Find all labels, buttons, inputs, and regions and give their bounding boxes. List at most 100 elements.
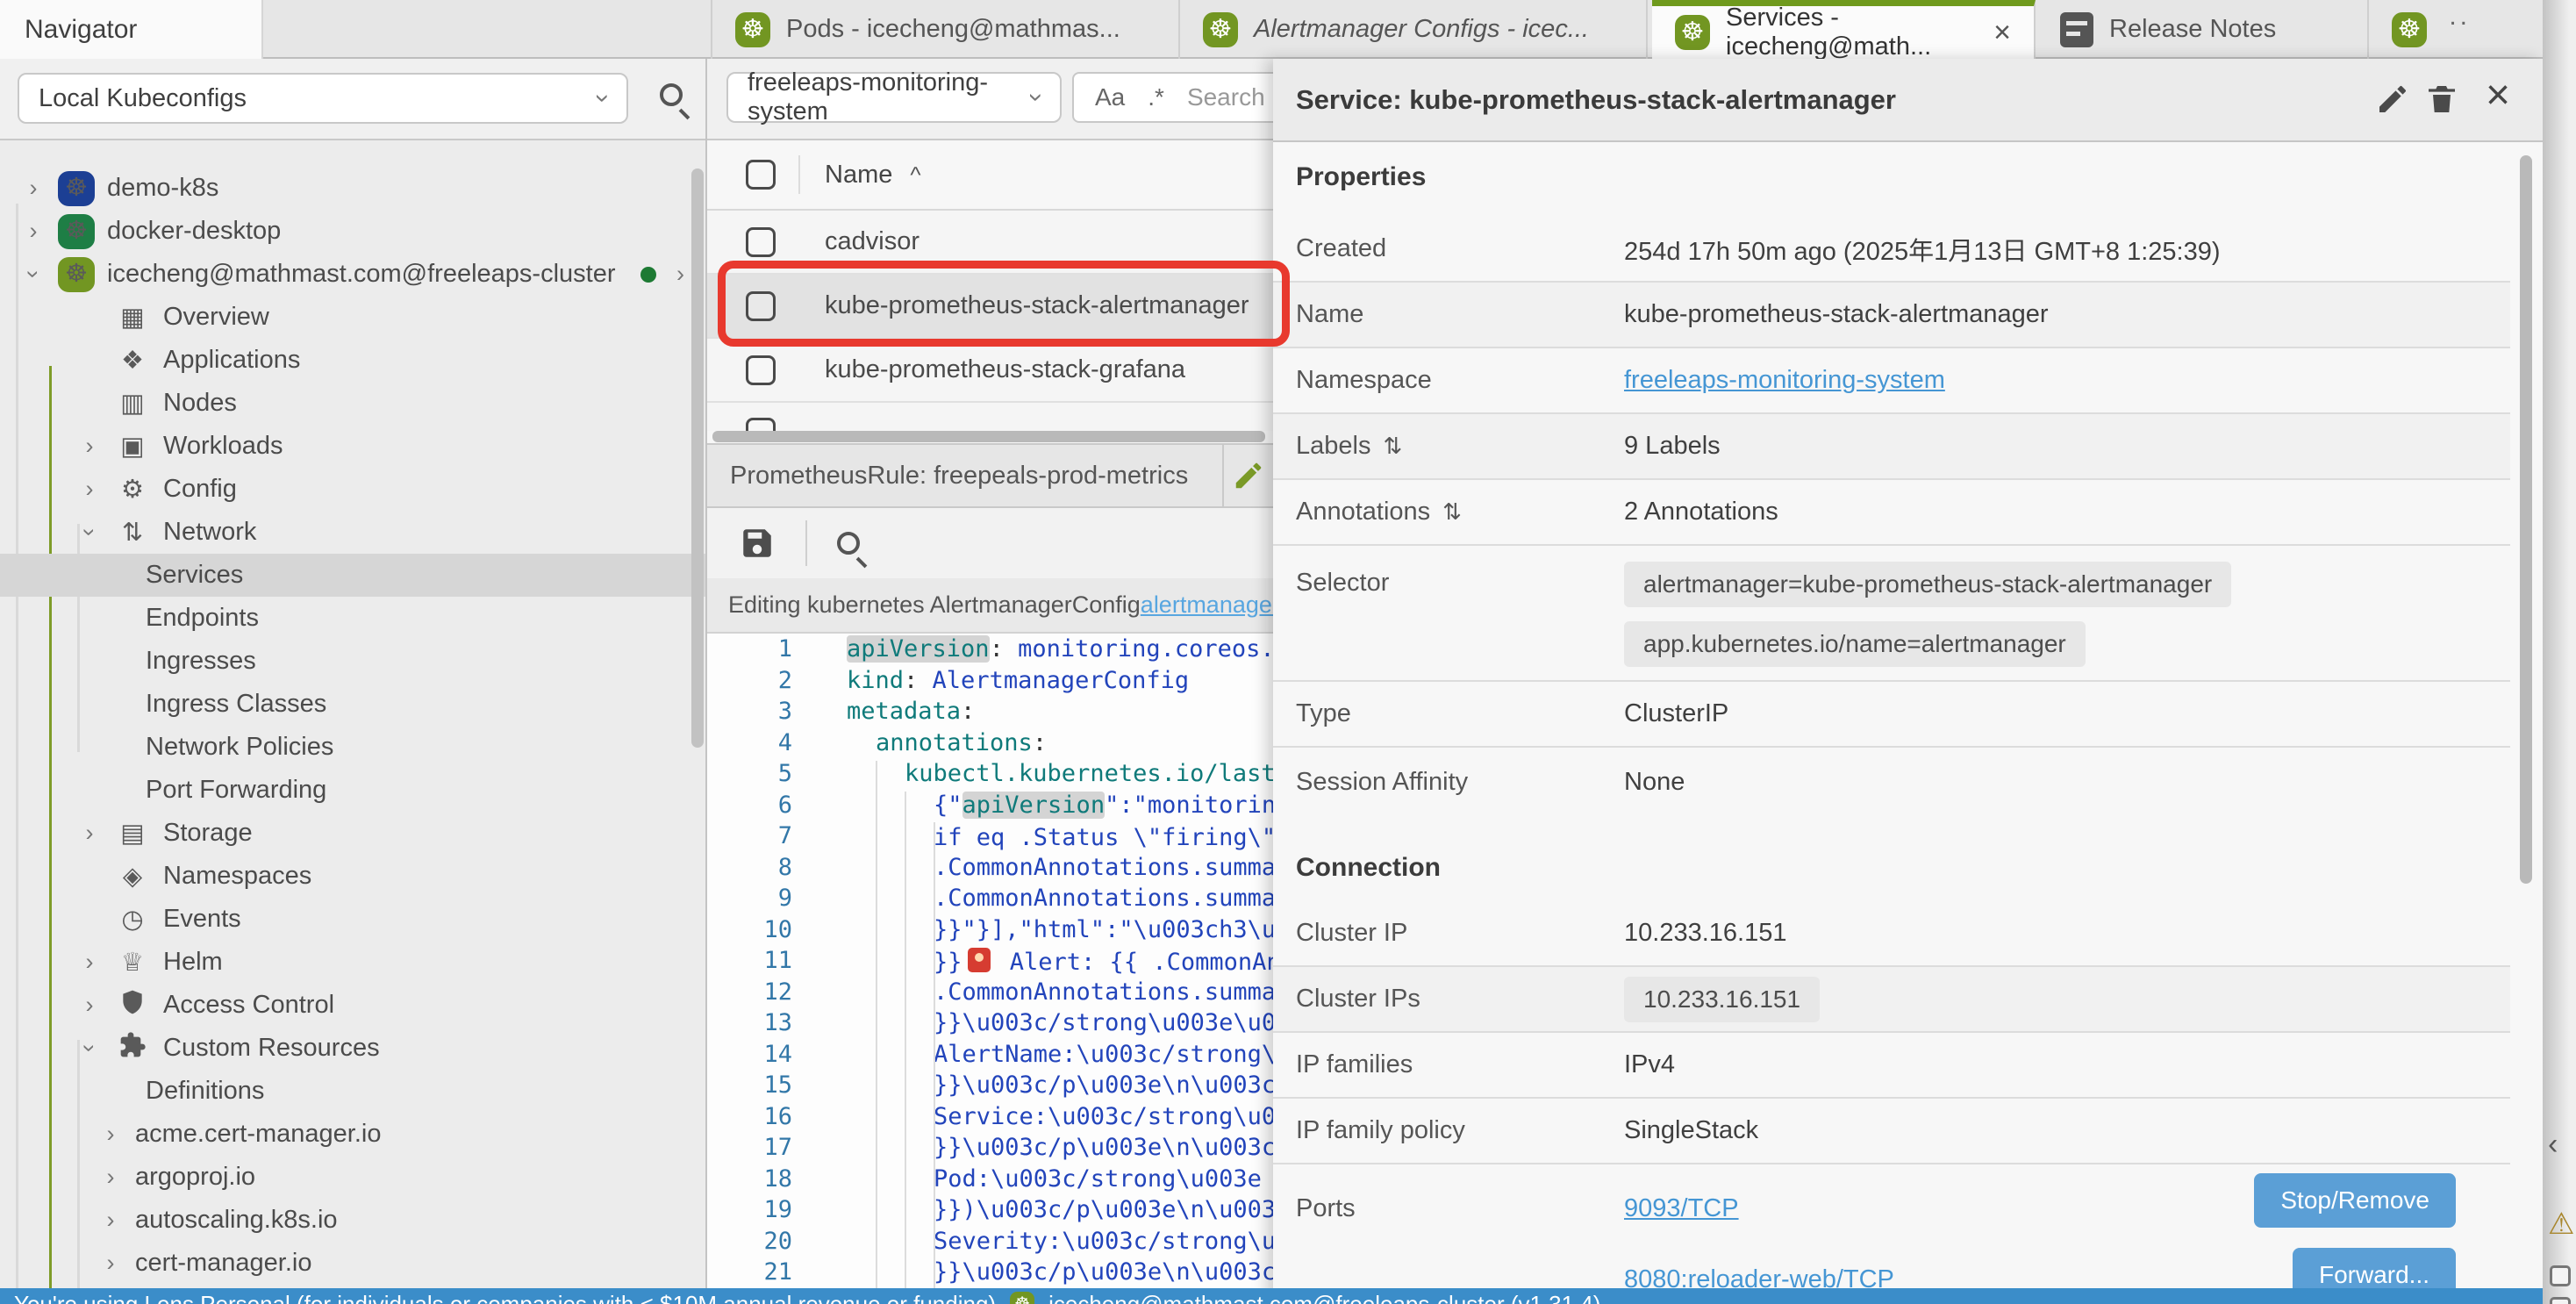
port-link-9093[interactable]: 9093/TCP [1624, 1194, 1894, 1223]
tab-services-active[interactable]: ☸ Services - icecheng@math... × [1652, 0, 2036, 59]
match-case-toggle[interactable]: Aa [1095, 83, 1125, 111]
select-all-checkbox[interactable] [746, 160, 776, 190]
tree-item-freeleaps-cluster[interactable]: › ☸ icecheng@mathmast.com@freeleaps-clus… [0, 253, 705, 296]
sidebar-item-overview[interactable]: ▦ Overview [0, 296, 705, 339]
kubernetes-cluster-icon: ☸ [58, 257, 95, 292]
alertmanager-config-link[interactable]: alertmanager [1141, 591, 1273, 619]
row-checkbox[interactable] [746, 355, 776, 385]
panel-button[interactable] [2550, 1265, 2571, 1286]
namespace-link[interactable]: freeleaps-monitoring-system [1624, 366, 1945, 395]
stop-remove-button[interactable]: Stop/Remove [2254, 1173, 2456, 1228]
tab-alertmanager-configs[interactable]: ☸ Alertmanager Configs - icec... [1180, 0, 1648, 59]
namespace-select[interactable]: freeleaps-monitoring-system › [726, 72, 1062, 123]
chevron-right-icon[interactable]: › [77, 433, 102, 460]
chevron-down-icon[interactable]: › [76, 1036, 104, 1061]
sidebar-item-helm[interactable]: › ♕ Helm [0, 941, 705, 984]
chevron-right-icon[interactable]: › [669, 261, 693, 288]
pencil-icon[interactable] [2375, 82, 2410, 117]
panel-scrollbar[interactable] [2520, 155, 2532, 884]
tab-bar: Navigator ☸ Pods - icecheng@mathmas... ☸… [0, 0, 2576, 59]
chevron-right-icon[interactable]: › [77, 992, 102, 1019]
tree-item-docker-desktop[interactable]: › ☸ docker-desktop [0, 210, 705, 253]
kubernetes-icon: ☸ [1203, 12, 1238, 47]
sidebar-item-argoproj[interactable]: › argoproj.io [0, 1156, 705, 1199]
name-column-header[interactable]: Name [825, 161, 892, 190]
connection-row-cluster-ips: Cluster IPs 10.233.16.151 [1273, 967, 2510, 1033]
yaml-editor[interactable]: 1apiVersion: monitoring.coreos.com/v1 2k… [707, 634, 1273, 1304]
sidebar-item-events[interactable]: ◷ Events [0, 898, 705, 941]
navigator-panel-tab[interactable]: Navigator [0, 0, 263, 59]
expand-icon[interactable]: ⇅ [1442, 498, 1462, 526]
warning-icon[interactable]: ⚠ [2548, 1207, 2574, 1242]
chevron-down-icon[interactable]: › [20, 262, 47, 287]
row-checkbox[interactable] [746, 227, 776, 257]
tab-release-notes[interactable]: Release Notes [2037, 0, 2369, 59]
search-icon[interactable] [660, 83, 683, 106]
sidebar-item-network-policies[interactable]: Network Policies [0, 726, 705, 769]
sidebar-item-acme-cert-manager[interactable]: › acme.cert-manager.io [0, 1113, 705, 1156]
expand-icon[interactable]: ⇅ [1383, 433, 1402, 460]
code-line: 6{"apiVersion":"monitoring.coreos.com/v1… [707, 790, 1273, 821]
ip-families-value: IPv4 [1624, 1050, 1675, 1079]
chevron-left-icon[interactable]: ‹ [2548, 1128, 2558, 1162]
connection-row-ip-policy: IP family policy SingleStack [1273, 1099, 2510, 1164]
line-number: 10 [707, 916, 826, 943]
sidebar-item-workloads[interactable]: › ▣ Workloads [0, 425, 705, 468]
chevron-right-icon[interactable]: › [21, 218, 46, 245]
line-number: 4 [707, 729, 826, 756]
table-row-grafana[interactable]: kube-prometheus-stack-grafana [707, 339, 1273, 403]
sidebar-item-nodes[interactable]: ▥ Nodes [0, 382, 705, 425]
line-number: 3 [707, 698, 826, 725]
alarm-emoji [968, 948, 991, 972]
chevron-down-icon[interactable]: › [76, 520, 104, 545]
sidebar-item-custom-resources[interactable]: › Custom Resources [0, 1027, 705, 1070]
chevron-right-icon[interactable]: › [98, 1164, 123, 1191]
sidebar-item-access-control[interactable]: › Access Control [0, 984, 705, 1027]
regex-toggle[interactable]: .* [1148, 83, 1164, 111]
sidebar-item-config[interactable]: › ⚙ Config [0, 468, 705, 511]
search-icon[interactable] [837, 532, 860, 555]
sidebar-item-endpoints[interactable]: Endpoints [0, 597, 705, 640]
sidebar-item-label: autoscaling.k8s.io [135, 1206, 338, 1235]
table-row-partial[interactable] [707, 403, 1273, 431]
sidebar-item-label: argoproj.io [135, 1163, 255, 1192]
sidebar-item-applications[interactable]: ❖ Applications [0, 339, 705, 382]
sidebar-item-namespaces[interactable]: ◈ Namespaces [0, 855, 705, 898]
chevron-right-icon[interactable]: › [77, 949, 102, 976]
sidebar-item-cert-manager[interactable]: › cert-manager.io [0, 1242, 705, 1285]
chevron-right-icon[interactable]: › [98, 1207, 123, 1234]
trash-icon[interactable] [2424, 82, 2459, 117]
sidebar-item-port-forwarding[interactable]: Port Forwarding [0, 769, 705, 812]
row-checkbox[interactable] [746, 418, 776, 431]
chevron-right-icon[interactable]: › [77, 820, 102, 847]
sidebar-item-network[interactable]: › ⇅ Network [0, 511, 705, 554]
toolbar-divider [805, 520, 807, 566]
sidebar-item-ingresses[interactable]: Ingresses [0, 640, 705, 683]
chevron-right-icon[interactable]: › [98, 1121, 123, 1148]
sort-ascending-icon[interactable]: ^ [910, 161, 920, 189]
edit-rule-cell[interactable] [1222, 445, 1273, 506]
kubeconfig-select[interactable]: Local Kubeconfigs › [18, 73, 628, 124]
search-input[interactable]: Aa .* Search [1072, 72, 1273, 123]
close-tab-icon[interactable]: × [1993, 16, 2011, 50]
close-icon[interactable]: × [2486, 75, 2510, 117]
sidebar-scrollbar[interactable] [691, 168, 704, 748]
tab-pods[interactable]: ☸ Pods - icecheng@mathmas... [711, 0, 1180, 59]
sidebar-item-ingress-classes[interactable]: Ingress Classes [0, 683, 705, 726]
sidebar-item-storage[interactable]: › ▤ Storage [0, 812, 705, 855]
chevron-right-icon[interactable]: › [21, 175, 46, 202]
overview-icon: ▦ [114, 302, 151, 333]
chevron-right-icon[interactable]: › [77, 476, 102, 503]
save-icon[interactable] [739, 525, 776, 562]
sidebar-toolbar: Local Kubeconfigs › [0, 59, 705, 140]
sidebar-item-definitions[interactable]: Definitions [0, 1070, 705, 1113]
sidebar-item-label: cert-manager.io [135, 1249, 312, 1278]
chevron-right-icon[interactable]: › [98, 1250, 123, 1277]
tree-item-demo-k8s[interactable]: › ☸ demo-k8s [0, 167, 705, 210]
panel-button[interactable] [2550, 1297, 2571, 1304]
horizontal-scrollbar[interactable] [712, 431, 1265, 442]
pencil-icon[interactable] [1232, 459, 1265, 492]
sidebar-item-services[interactable]: Services [0, 554, 705, 597]
code-line: 16Service:\u003c/strong\u003e {{ [707, 1101, 1273, 1133]
sidebar-item-autoscaling[interactable]: › autoscaling.k8s.io [0, 1199, 705, 1242]
